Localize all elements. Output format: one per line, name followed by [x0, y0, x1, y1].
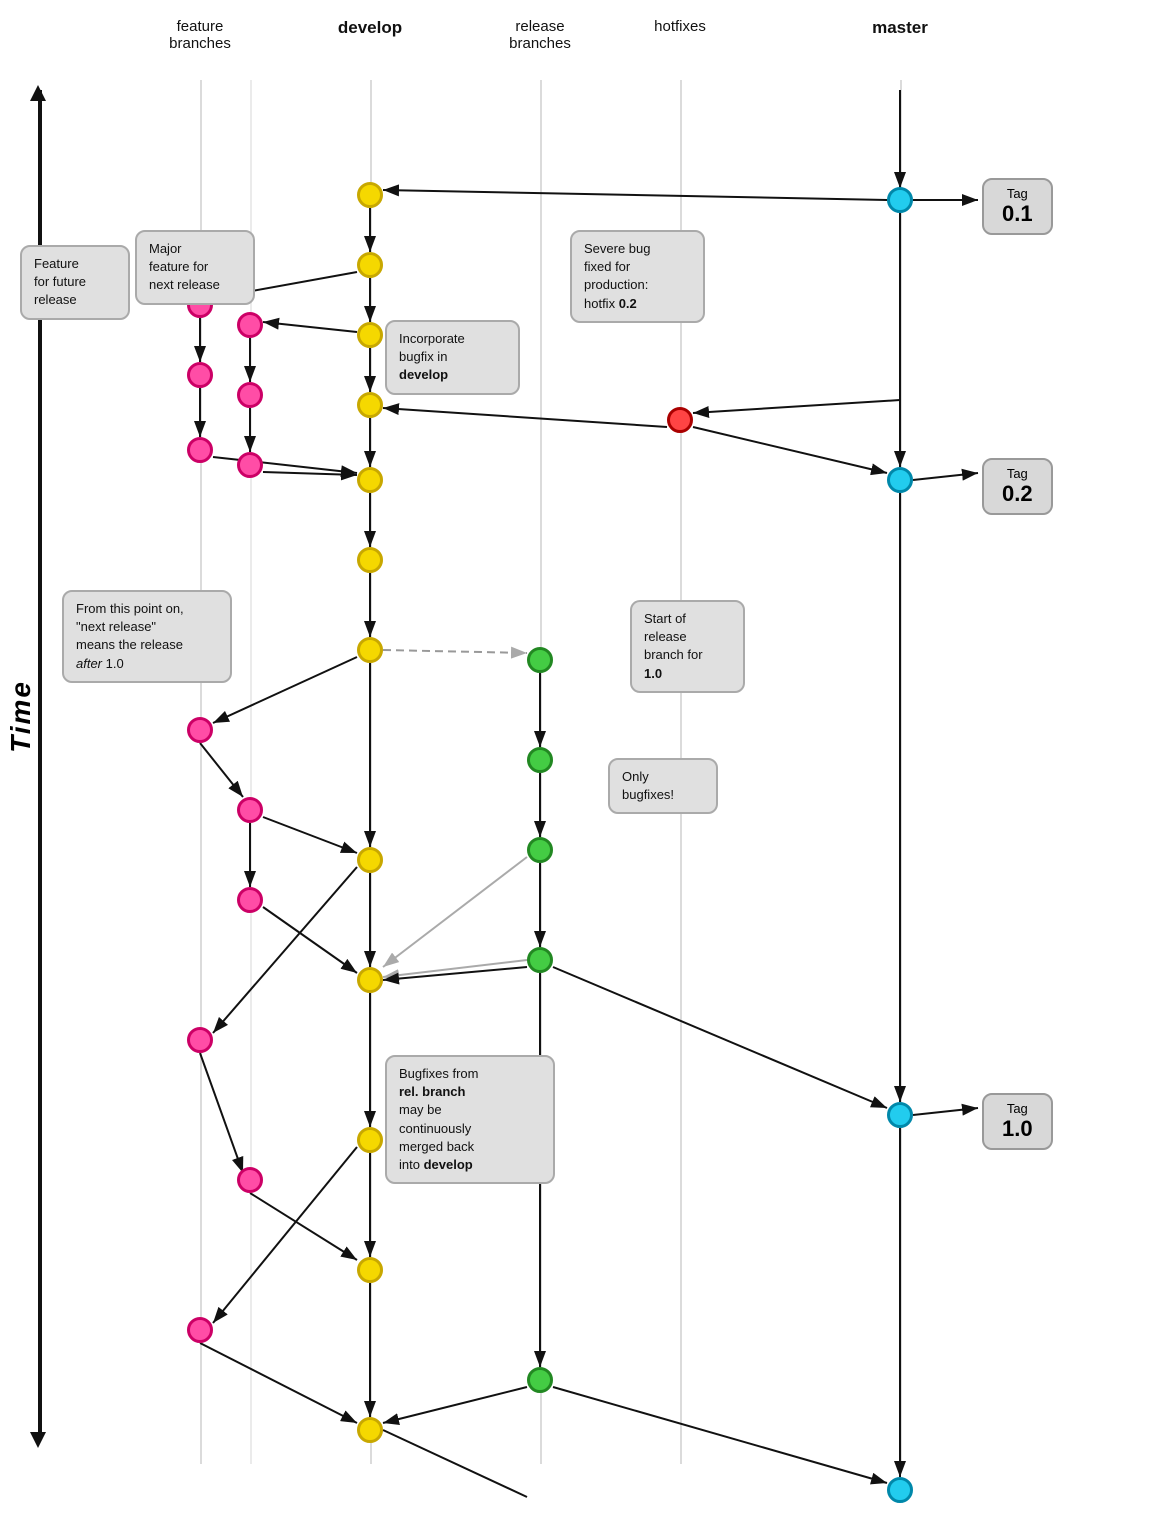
- callout-bugfixes-merged: Bugfixes fromrel. branchmay becontinuous…: [385, 1055, 555, 1184]
- tag-10-value: 1.0: [1002, 1116, 1033, 1142]
- tag-10-label: Tag: [1002, 1101, 1033, 1116]
- tag-01: Tag 0.1: [982, 178, 1053, 235]
- node-f10: [187, 1027, 213, 1053]
- node-f3: [187, 437, 213, 463]
- node-f2: [187, 362, 213, 388]
- node-f4: [237, 312, 263, 338]
- node-r5: [527, 1367, 553, 1393]
- header-release: releasebranches: [480, 18, 600, 52]
- node-d5: [357, 467, 383, 493]
- node-d4: [357, 392, 383, 418]
- node-f7: [187, 717, 213, 743]
- tag-02-label: Tag: [1002, 466, 1033, 481]
- node-r2: [527, 747, 553, 773]
- node-f11: [237, 1167, 263, 1193]
- node-r3: [527, 837, 553, 863]
- callout-incorporate-bugfix: Incorporatebugfix indevelop: [385, 320, 520, 395]
- tag-02: Tag 0.2: [982, 458, 1053, 515]
- header-develop: develop: [310, 18, 430, 38]
- callout-only-bugfixes: Onlybugfixes!: [608, 758, 718, 814]
- col-line-master: [900, 80, 902, 1464]
- node-f12: [187, 1317, 213, 1343]
- node-f9: [237, 887, 263, 913]
- tag-01-value: 0.1: [1002, 201, 1033, 227]
- callout-feature-future: Featurefor futurerelease: [20, 245, 130, 320]
- node-d10: [357, 1127, 383, 1153]
- node-d11: [357, 1257, 383, 1283]
- node-m2: [887, 467, 913, 493]
- time-arrow-bottom: [30, 1432, 46, 1448]
- node-d9: [357, 967, 383, 993]
- node-d7: [357, 637, 383, 663]
- callout-start-release: Start ofreleasebranch for1.0: [630, 600, 745, 693]
- tag-02-value: 0.2: [1002, 481, 1033, 507]
- callout-severe-bug: Severe bugfixed forproduction:hotfix 0.2: [570, 230, 705, 323]
- node-hf1: [667, 407, 693, 433]
- node-r4: [527, 947, 553, 973]
- node-m4: [887, 1477, 913, 1503]
- connector-layer: [0, 0, 1150, 1524]
- node-f8: [237, 797, 263, 823]
- tag-01-label: Tag: [1002, 186, 1033, 201]
- node-d6: [357, 547, 383, 573]
- node-d3: [357, 322, 383, 348]
- node-f5: [237, 382, 263, 408]
- header-hotfixes: hotfixes: [620, 18, 740, 35]
- diagram: Time featurebranches develop releasebran…: [0, 0, 1150, 1524]
- callout-major-feature: Majorfeature fornext release: [135, 230, 255, 305]
- callout-next-release: From this point on,"next release"means t…: [62, 590, 232, 683]
- node-m1: [887, 187, 913, 213]
- node-d8: [357, 847, 383, 873]
- node-d12: [357, 1417, 383, 1443]
- time-label: Time: [5, 680, 37, 753]
- node-d2: [357, 252, 383, 278]
- tag-10: Tag 1.0: [982, 1093, 1053, 1150]
- header-master: master: [840, 18, 960, 38]
- header-feature: featurebranches: [140, 18, 260, 52]
- node-d1: [357, 182, 383, 208]
- node-m3: [887, 1102, 913, 1128]
- node-f6: [237, 452, 263, 478]
- node-r1: [527, 647, 553, 673]
